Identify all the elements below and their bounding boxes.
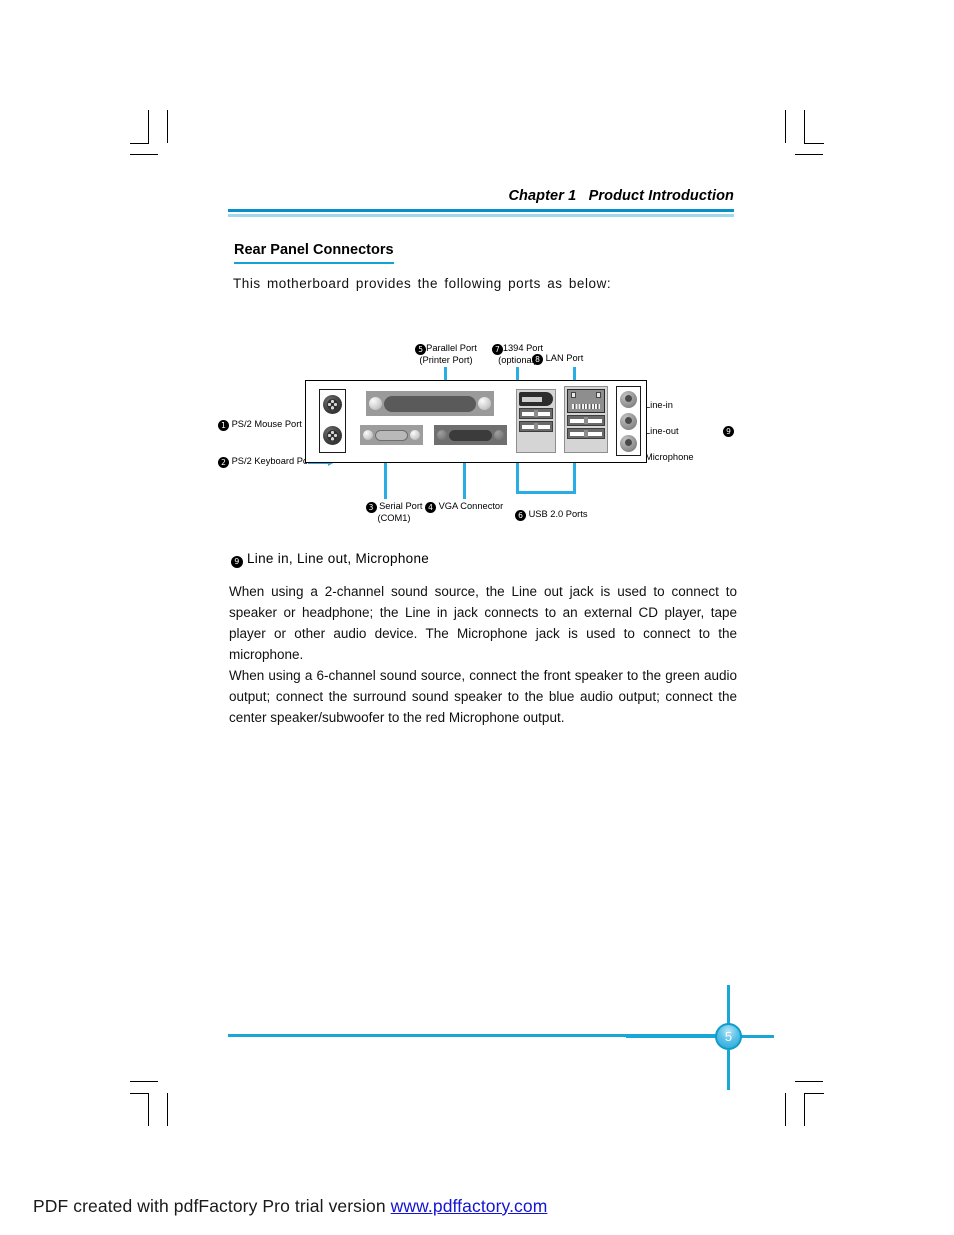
page-number-marker: 5 bbox=[626, 985, 774, 1090]
label-vga-text: VGA Connector bbox=[438, 501, 504, 511]
marker-9: 9 bbox=[723, 426, 734, 437]
ps2-keyboard-jack-icon bbox=[323, 426, 342, 445]
marker-8: 8 bbox=[532, 354, 543, 365]
marker-6: 6 bbox=[515, 510, 526, 521]
marker-2: 2 bbox=[218, 457, 229, 468]
ieee1394-port-icon bbox=[519, 392, 553, 406]
serial-connector-body bbox=[375, 429, 408, 441]
header-rule-secondary bbox=[228, 214, 734, 217]
parallel-screw-right bbox=[478, 397, 491, 410]
ps2-port-group bbox=[319, 389, 346, 453]
audio-jack-group bbox=[616, 386, 641, 456]
label-microphone: Microphone bbox=[645, 452, 694, 462]
lan-led-left bbox=[571, 392, 576, 398]
page-marker-line-right bbox=[741, 1035, 774, 1038]
pdf-trial-notice: PDF created with pdfFactory Pro trial ve… bbox=[33, 1196, 547, 1217]
marker-9-body: 9 bbox=[231, 556, 243, 568]
serial-screw-left bbox=[363, 430, 373, 440]
marker-5: 5 bbox=[415, 344, 427, 355]
label-ps2-keyboard-text: PS/2 Keyboard Port bbox=[231, 456, 314, 466]
audio-item-title: Line in, Line out, Microphone bbox=[247, 551, 430, 566]
page-header: Chapter 1 Product Introduction bbox=[228, 188, 734, 217]
usb-port-icon-4 bbox=[567, 428, 605, 439]
usb-port-icon-2 bbox=[519, 421, 553, 432]
label-line-in: Line-in bbox=[645, 400, 673, 410]
label-1394-line1: 1394 Port bbox=[502, 343, 544, 353]
arrow-usb-bracket bbox=[516, 491, 576, 494]
audio-item-heading: 9 Line in, Line out, Microphone bbox=[231, 551, 429, 568]
vga-port-connector bbox=[434, 425, 507, 445]
marker-3: 3 bbox=[365, 502, 377, 513]
label-usb-ports: 6 USB 2.0 Ports bbox=[515, 509, 588, 521]
microphone-jack-icon bbox=[620, 435, 637, 452]
vga-screw-right bbox=[494, 430, 504, 440]
marker-7: 7 bbox=[491, 344, 503, 355]
header-rule-primary bbox=[228, 209, 734, 212]
crop-mark-top-right bbox=[780, 110, 840, 160]
lan-rj45-port-icon bbox=[567, 389, 605, 413]
rear-panel-diagram: 5 Parallel Port (Printer Port) 7 1394 Port… bbox=[210, 335, 750, 535]
label-vga-connector: 4 VGA Connector bbox=[425, 501, 503, 513]
intro-text: This motherboard provides the following … bbox=[233, 276, 612, 291]
rear-io-panel bbox=[305, 380, 647, 463]
page-title: Rear Panel Connectors bbox=[234, 241, 394, 264]
arrow-serial-port bbox=[384, 457, 387, 499]
page-marker-line-top bbox=[727, 985, 730, 1025]
page-number: 5 bbox=[715, 1023, 742, 1050]
arrow-vga-connector bbox=[463, 457, 466, 499]
label-ps2-keyboard: 2 PS/2 Keyboard Port bbox=[218, 456, 314, 468]
usb-port-icon-1 bbox=[519, 408, 553, 419]
label-line-out: Line-out bbox=[645, 426, 679, 436]
label-serial-line2: (COM1) bbox=[377, 513, 411, 523]
lan-usb-stack bbox=[564, 386, 608, 453]
parallel-port-connector bbox=[366, 391, 494, 416]
audio-paragraph-1: When using a 2-channel sound source, the… bbox=[229, 584, 737, 662]
marker-1: 1 bbox=[218, 420, 229, 431]
label-ps2-mouse: 1 PS/2 Mouse Port bbox=[218, 419, 302, 431]
label-serial-line1: Serial Port bbox=[379, 501, 423, 511]
line-in-jack-icon bbox=[620, 391, 637, 408]
label-lan-port: 8 LAN Port bbox=[532, 353, 583, 365]
page-marker-line-bottom bbox=[727, 1050, 730, 1090]
audio-paragraph-2: When using a 6-channel sound source, con… bbox=[229, 668, 737, 725]
parallel-connector-body bbox=[384, 395, 476, 412]
crop-mark-top-left bbox=[130, 110, 190, 160]
lan-led-right bbox=[596, 392, 601, 398]
parallel-screw-left bbox=[369, 397, 382, 410]
page-marker-line-left bbox=[626, 1035, 716, 1038]
chapter-title: Chapter 1 Product Introduction bbox=[508, 188, 734, 204]
vga-connector-body bbox=[449, 429, 492, 441]
pdf-note-text: PDF created with pdfFactory Pro trial ve… bbox=[33, 1196, 391, 1216]
usb-port-icon-3 bbox=[567, 415, 605, 426]
label-ps2-mouse-text: PS/2 Mouse Port bbox=[231, 419, 302, 429]
crop-mark-bottom-left bbox=[130, 1078, 190, 1130]
usb-1394-stack bbox=[516, 389, 556, 453]
label-usb-text: USB 2.0 Ports bbox=[528, 509, 588, 519]
label-parallel-line2: (Printer Port) bbox=[419, 355, 473, 365]
audio-description: When using a 2-channel sound source, the… bbox=[229, 581, 737, 728]
label-lan-text: LAN Port bbox=[545, 353, 584, 363]
vga-screw-left bbox=[437, 430, 447, 440]
serial-screw-right bbox=[410, 430, 420, 440]
ps2-mouse-jack-icon bbox=[323, 395, 342, 414]
line-out-jack-icon bbox=[620, 413, 637, 430]
label-audio-group: 9 bbox=[723, 425, 734, 437]
pdffactory-link[interactable]: www.pdffactory.com bbox=[391, 1196, 548, 1216]
crop-mark-bottom-right bbox=[780, 1078, 840, 1130]
serial-port-connector bbox=[360, 425, 423, 445]
marker-4: 4 bbox=[425, 502, 436, 513]
